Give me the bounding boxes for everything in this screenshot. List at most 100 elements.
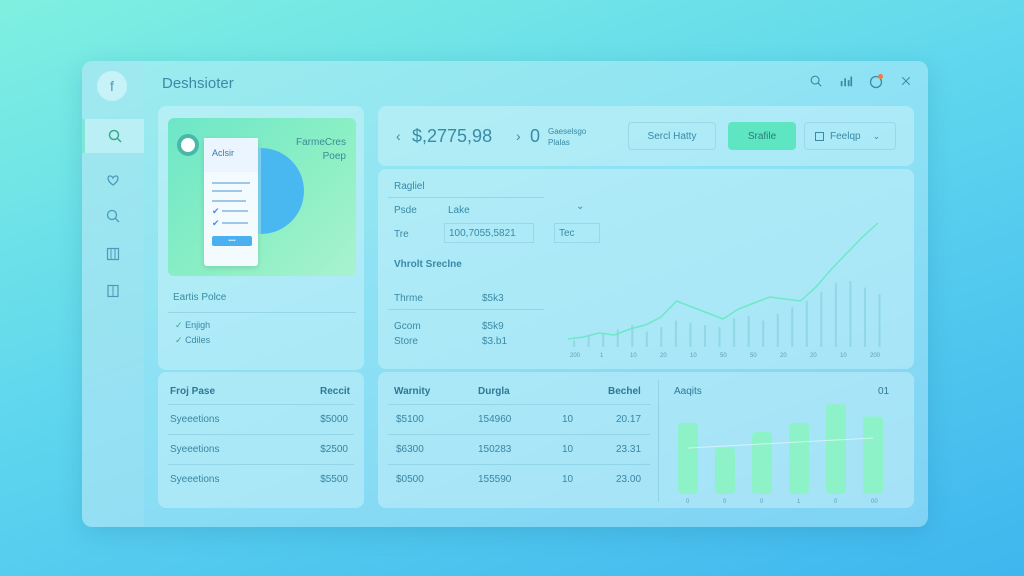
table-header[interactable]: Froj Pase [170, 386, 215, 397]
chart-bar [826, 404, 846, 494]
check-icon: ✓ [175, 320, 183, 330]
book-icon [107, 284, 119, 298]
chart-bar [791, 307, 794, 347]
project-table: Froj Pase Reccit Syeeetions $5000 Syeeetio… [158, 372, 364, 508]
bar-chart-title: Aaqits [674, 386, 702, 397]
table-cell: $2500 [320, 444, 348, 455]
chart-bar [849, 281, 852, 347]
logo-glyph: f [110, 78, 114, 94]
hero-panel: Aclsir ✔ ✔ •••• FarmeCres Poep Eartis Po… [158, 106, 364, 370]
table-cell: Syeeetions [170, 474, 220, 485]
tick-label: 200 [570, 353, 581, 359]
table-cell: $5500 [320, 474, 348, 485]
sidebar-item-book[interactable] [82, 274, 144, 308]
tick-label: 10 [840, 353, 847, 359]
chevron-right-icon[interactable]: › [516, 128, 521, 144]
chart-bar [878, 294, 881, 347]
chart-bar [747, 316, 750, 347]
chevron-down-icon: ⌄ [872, 130, 881, 141]
chart-icon[interactable] [838, 73, 854, 89]
table-cell: $0500 [396, 474, 424, 485]
count-label-line2: Plalas [548, 138, 570, 147]
chart-bar [820, 292, 823, 347]
table-cell: Syeeetions [170, 444, 220, 455]
count-value: 0 [530, 126, 541, 146]
primary-button[interactable]: Srafile [728, 122, 796, 150]
chevron-left-icon[interactable]: ‹ [396, 128, 401, 144]
bar-chart: 0 0 0 1 0 00 [678, 404, 883, 504]
metric-value: $3.b1 [482, 336, 508, 347]
table-cell: 10 [562, 474, 574, 485]
line-chart: 200 1 10 20 10 50 50 20 20 10 200 [567, 222, 881, 359]
notification-icon[interactable] [868, 73, 884, 89]
dropdown-label: Feelqp [830, 130, 861, 142]
columns-icon [106, 247, 120, 261]
tick-label: 0 [834, 499, 838, 504]
chart-bar [602, 333, 605, 347]
count-label-line1: Gaeselsgo [548, 127, 587, 136]
sidebar-item-search-doc[interactable] [82, 119, 144, 153]
stats-bar: ‹ $,2775,98 › 0 Gaeselsgo Plalas Sercl H… [378, 106, 914, 166]
table-cell: $5100 [396, 414, 424, 425]
summary-title: Eartis Polce [173, 292, 227, 303]
checklist-item: ✓ Enjigh [175, 320, 210, 331]
chart-bar [689, 322, 692, 347]
chart-bar [573, 340, 576, 347]
chart-bar [789, 422, 809, 494]
filter-label: Tre [394, 229, 409, 240]
filter-label: Psde [394, 205, 417, 216]
chart-bar [674, 320, 677, 347]
table-cell: 150283 [478, 444, 512, 455]
search-icon[interactable] [808, 73, 824, 89]
tick-label: 20 [810, 353, 817, 359]
tick-label: 0 [686, 499, 690, 504]
metric-label: Gcom [394, 321, 421, 332]
check-icon: ✔ [212, 218, 220, 228]
hero-card: Aclsir ✔ ✔ •••• [204, 138, 258, 266]
table-header[interactable]: Reccit [320, 386, 350, 397]
table-cell: 155590 [478, 474, 512, 485]
hero-card-button[interactable]: •••• [212, 236, 252, 246]
section-title: Vhrolt Sreclne [394, 259, 462, 270]
check-icon: ✔ [212, 206, 220, 216]
search-button[interactable]: Sercl Hatty [628, 122, 716, 150]
tick-label: 50 [720, 353, 727, 359]
filter-input[interactable]: 100,7055,5821 [444, 223, 534, 243]
tick-label: 0 [760, 499, 764, 504]
close-icon[interactable] [898, 73, 914, 89]
chart-bar [733, 318, 736, 347]
chart-line [567, 222, 879, 340]
sidebar-item-heart[interactable] [82, 163, 144, 197]
metric-value: $5k9 [482, 321, 504, 332]
sidebar-item-columns[interactable] [82, 237, 144, 271]
chart-bar [762, 320, 765, 347]
chart-bar [752, 432, 772, 494]
calendar-icon [815, 131, 824, 141]
tick-label: 10 [630, 353, 637, 359]
table-cell: 20.17 [616, 414, 642, 425]
table-cell: $6300 [396, 444, 424, 455]
app-window: f Deshsioter Aclsir ✔ ✔ •••• FarmeCres P… [82, 61, 928, 527]
checklist-label: Cdiles [185, 335, 211, 345]
page-title: Deshsioter [162, 75, 234, 92]
sidebar-item-search[interactable] [82, 199, 144, 233]
chart-bar [863, 416, 883, 494]
hero-title-line2: Poep [322, 151, 346, 162]
chart-bar [678, 422, 698, 494]
table-header[interactable]: Bechel [608, 386, 641, 397]
search-icon [108, 129, 122, 143]
filter-value[interactable]: Lake [448, 205, 470, 216]
table-cell: Syeeetions [170, 414, 220, 425]
metric-label: Store [394, 336, 418, 347]
table-cell: $5000 [320, 414, 348, 425]
app-logo[interactable]: f [97, 71, 127, 101]
filter-dropdown[interactable]: Feelqp ⌄ [804, 122, 896, 150]
table-cell: 10 [562, 414, 574, 425]
tick-label: 1 [600, 353, 604, 359]
table-header[interactable]: Warnity [394, 386, 430, 397]
chart-bar [704, 325, 706, 347]
details-panel: Warnity Durgla Bechel Aaqits 01 0 0 0 1 0 00 … [378, 372, 914, 508]
hero-card-label: Aclsir [204, 138, 258, 172]
table-header[interactable]: Durgla [478, 386, 510, 397]
checklist-label: Enjigh [185, 320, 211, 330]
